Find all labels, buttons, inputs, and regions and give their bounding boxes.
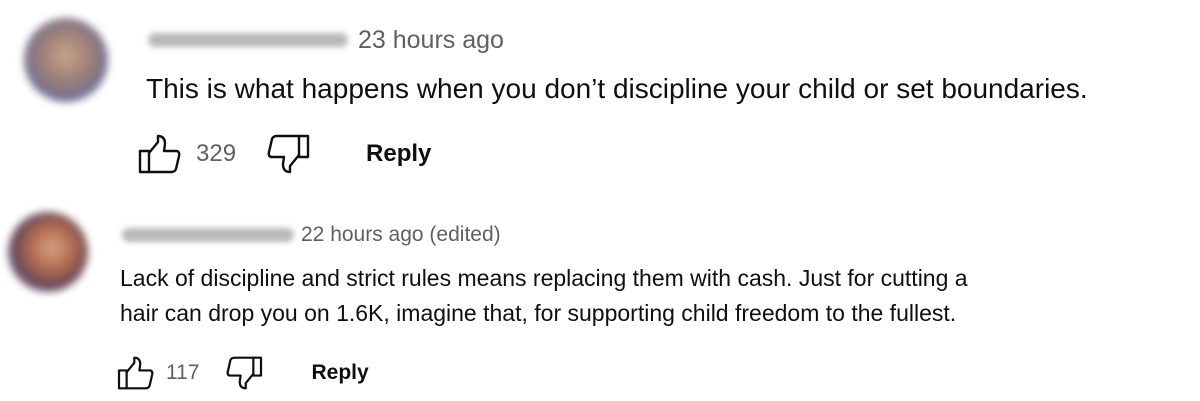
avatar[interactable] [8, 212, 88, 292]
thumbs-up-icon[interactable] [117, 356, 155, 390]
comment-actions: 117 Reply [117, 355, 369, 391]
thumbs-down-icon[interactable] [225, 356, 263, 390]
thumbs-up-icon[interactable] [138, 134, 182, 174]
like-count: 117 [166, 361, 200, 384]
comment-timestamp[interactable]: 23 hours ago [358, 26, 504, 55]
comment-text: Lack of discipline and strict rules mean… [120, 261, 1170, 331]
comment-text-line: Lack of discipline and strict rules mean… [120, 265, 968, 291]
comment-text: This is what happens when you don’t disc… [146, 73, 1088, 104]
thumbs-down-icon[interactable] [266, 134, 310, 174]
username-redacted[interactable] [122, 228, 294, 242]
comment-text-line: hair can drop you on 1.6K, imagine that,… [120, 300, 957, 326]
like-count: 329 [196, 140, 237, 167]
reply-button[interactable]: Reply [366, 140, 431, 168]
avatar[interactable] [24, 18, 108, 102]
comment-actions: 329 Reply [138, 134, 431, 174]
comment-timestamp[interactable]: 22 hours ago (edited) [301, 223, 501, 247]
username-redacted[interactable] [148, 33, 348, 47]
reply-button[interactable]: Reply [311, 361, 368, 385]
